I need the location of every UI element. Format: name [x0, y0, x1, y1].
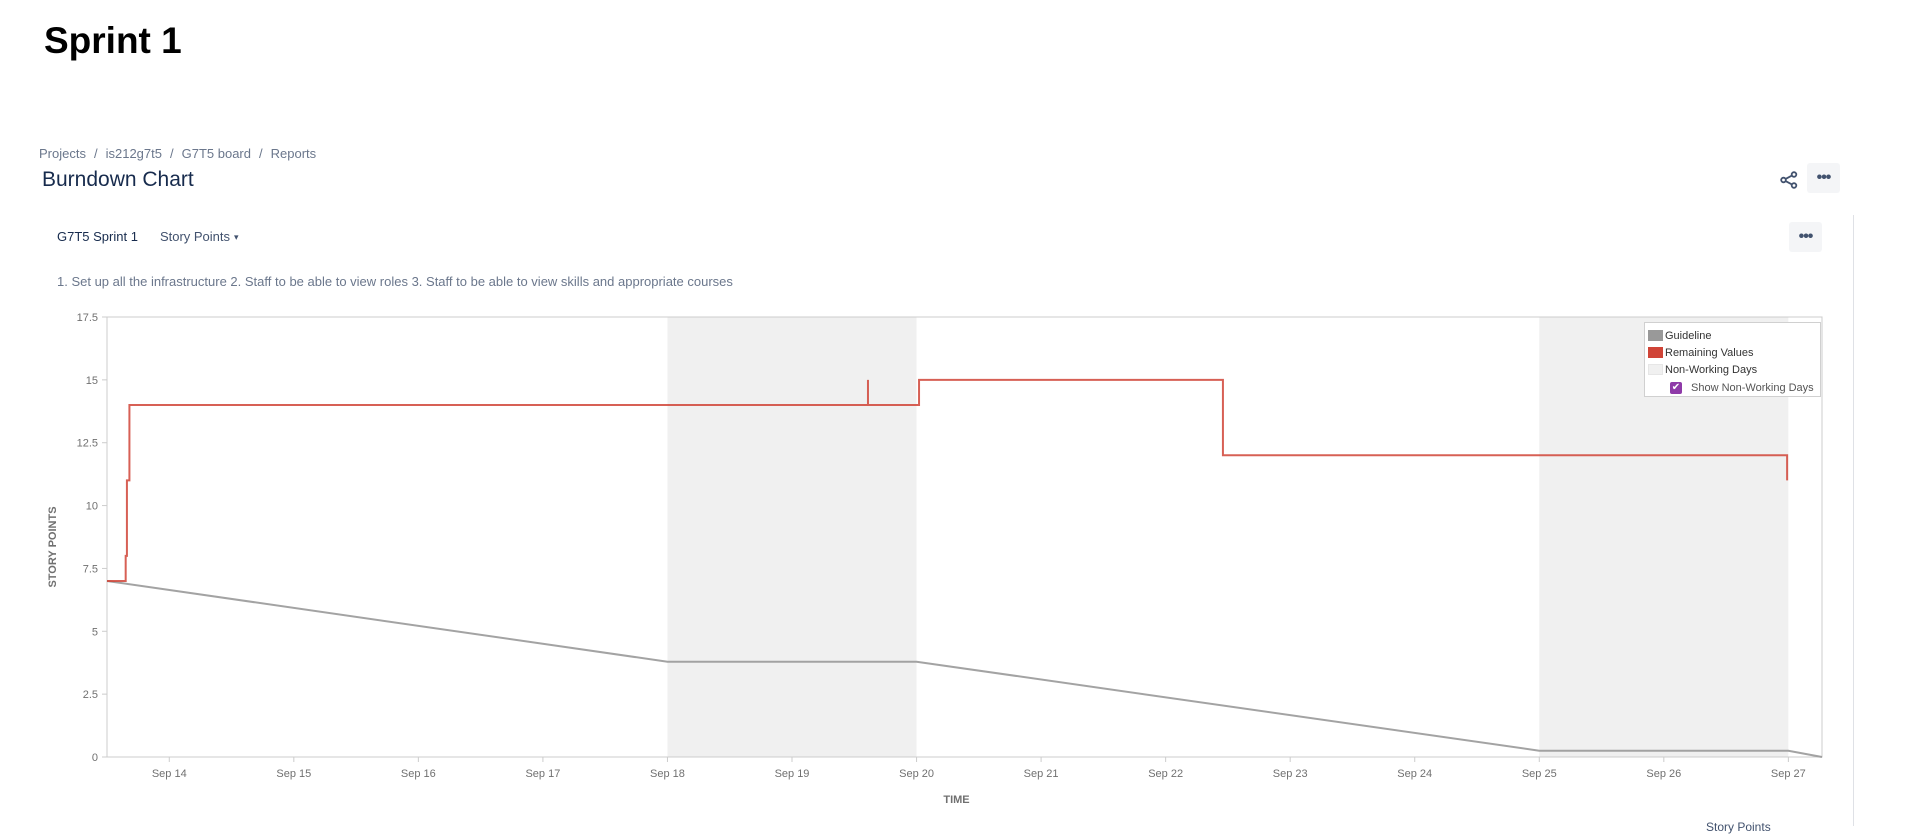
y-tick-label: 7.5 — [83, 563, 98, 575]
non-working-day-band — [667, 317, 917, 757]
y-tick-label: 15 — [86, 375, 98, 387]
x-axis-title: TIME — [943, 794, 969, 806]
y-axis-title: STORY POINTS — [47, 506, 59, 587]
x-tick-label: Sep 27 — [1771, 768, 1806, 780]
x-tick-label: Sep 23 — [1273, 768, 1308, 780]
legend-label: Non-Working Days — [1665, 363, 1758, 376]
y-tick-label: 12.5 — [77, 438, 98, 450]
x-tick-label: Sep 20 — [899, 768, 934, 780]
legend-swatch — [1648, 364, 1663, 375]
chart-legend: Guideline Remaining Values Non-Working D… — [1644, 322, 1821, 397]
x-tick-label: Sep 19 — [775, 768, 810, 780]
legend-swatch — [1648, 330, 1663, 341]
show-non-working-days-toggle[interactable]: ✔ Show Non-Working Days — [1670, 378, 1820, 397]
x-tick-label: Sep 14 — [152, 768, 187, 780]
remaining-values-series — [107, 378, 1789, 582]
non-working-days-layer — [667, 317, 1789, 757]
legend-item-remaining-values[interactable]: Remaining Values — [1648, 344, 1820, 361]
x-tick-label: Sep 15 — [276, 768, 311, 780]
y-tick-label: 17.5 — [77, 312, 98, 324]
x-tick-label: Sep 17 — [525, 768, 560, 780]
burndown-chart: 02.557.51012.51517.5 Sep 14 Sep 15 Sep 16 S… — [47, 312, 1823, 806]
legend-item-non-working-days[interactable]: Non-Working Days — [1648, 361, 1820, 378]
x-tick-label: Sep 22 — [1148, 768, 1183, 780]
x-tick-label: Sep 21 — [1024, 768, 1059, 780]
y-tick-label: 10 — [86, 501, 98, 513]
y-tick-label: 0 — [92, 752, 98, 764]
legend-label: Guideline — [1665, 329, 1712, 342]
toggle-label: Show Non-Working Days — [1691, 381, 1814, 394]
checkbox-checked-icon[interactable]: ✔ — [1670, 381, 1682, 394]
x-tick-label: Sep 16 — [401, 768, 436, 780]
y-tick-label: 5 — [92, 626, 98, 638]
legend-item-guideline[interactable]: Guideline — [1648, 327, 1820, 344]
y-axis: 0 2.5 5 7.5 10 12.5 15 17.5 — [77, 312, 107, 764]
x-axis: Sep 14 Sep 15 Sep 16 Sep 17 Sep 18 Sep 19 Sep … — [152, 757, 1806, 780]
x-tick-label: Sep 25 — [1522, 768, 1557, 780]
x-tick-label: Sep 24 — [1397, 768, 1432, 780]
legend-label: Remaining Values — [1665, 346, 1754, 359]
footer-cutoff-text: Story Points — [1706, 820, 1771, 834]
x-tick-label: Sep 26 — [1646, 768, 1681, 780]
legend-swatch — [1648, 347, 1663, 358]
y-tick-label: 2.5 — [83, 689, 98, 701]
x-tick-label: Sep 18 — [650, 768, 685, 780]
